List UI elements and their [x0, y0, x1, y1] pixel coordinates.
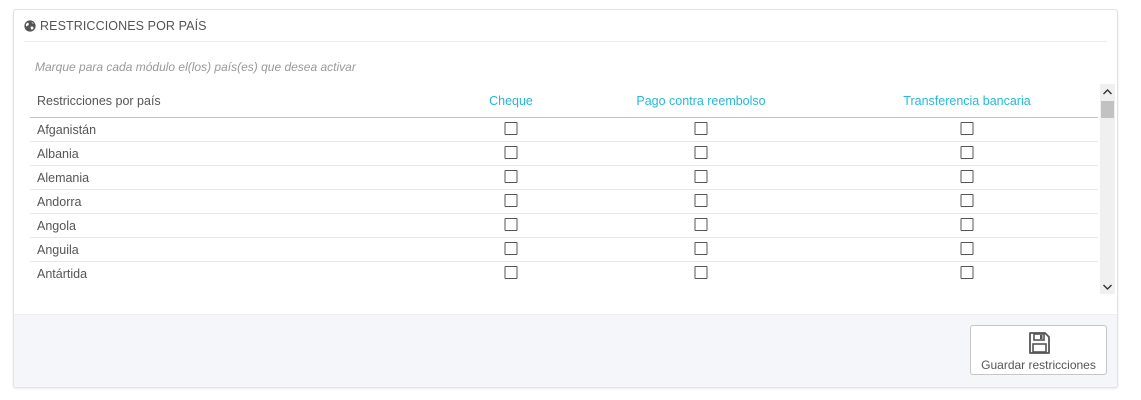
country-name: Antártida [37, 267, 88, 281]
checkbox-cheque[interactable] [504, 170, 518, 183]
checkbox-cod[interactable] [694, 266, 708, 279]
table-row: Albania [30, 142, 1098, 166]
checkbox-cod[interactable] [694, 122, 708, 135]
checkbox-cheque[interactable] [504, 242, 518, 255]
save-restrictions-button[interactable]: Guardar restricciones [970, 325, 1107, 375]
header-cheque[interactable]: Cheque [489, 94, 533, 108]
checkbox-bank-transfer[interactable] [960, 242, 974, 255]
scroll-down-arrow-icon[interactable] [1100, 279, 1115, 294]
table-row: Antártida [30, 262, 1098, 285]
country-restrictions-panel: RESTRICCIONES POR PAÍS Marque para cada … [13, 9, 1118, 388]
checkbox-cod[interactable] [694, 170, 708, 183]
floppy-disk-icon [1028, 332, 1050, 354]
checkbox-cod[interactable] [694, 146, 708, 159]
table-row: Angola [30, 214, 1098, 238]
checkbox-bank-transfer[interactable] [960, 122, 974, 135]
help-text: Marque para cada módulo el(los) país(es)… [35, 60, 356, 74]
country-name: Anguila [37, 243, 79, 257]
checkbox-cheque[interactable] [504, 266, 518, 279]
table-row: Afganistán [30, 118, 1098, 142]
panel-footer: Guardar restricciones [14, 314, 1117, 387]
country-name: Alemania [37, 171, 90, 185]
header-country: Restricciones por país [37, 94, 161, 108]
checkbox-cheque[interactable] [504, 146, 518, 159]
country-name: Albania [37, 147, 79, 161]
checkbox-bank-transfer[interactable] [960, 266, 974, 279]
checkbox-cod[interactable] [694, 218, 708, 231]
save-button-label: Guardar restricciones [981, 358, 1096, 372]
panel-heading: RESTRICCIONES POR PAÍS [24, 10, 1107, 42]
country-name: Angola [37, 219, 76, 233]
checkbox-bank-transfer[interactable] [960, 194, 974, 207]
scroll-up-arrow-icon[interactable] [1100, 84, 1115, 99]
table-row: Alemania [30, 166, 1098, 190]
table-scrollbar[interactable] [1100, 84, 1115, 294]
header-cod[interactable]: Pago contra reembolso [636, 94, 765, 108]
checkbox-cheque[interactable] [504, 218, 518, 231]
checkbox-cod[interactable] [694, 194, 708, 207]
panel-title: RESTRICCIONES POR PAÍS [40, 18, 207, 33]
table-header: Restricciones por país Cheque Pago contr… [30, 84, 1098, 118]
checkbox-bank-transfer[interactable] [960, 170, 974, 183]
table-row: Anguila [30, 238, 1098, 262]
country-name: Afganistán [37, 123, 97, 137]
checkbox-cheque[interactable] [504, 194, 518, 207]
scroll-thumb[interactable] [1101, 101, 1114, 118]
globe-icon [24, 19, 36, 32]
table-body: Afganistán Albania Alemania Andorra Angola An… [30, 118, 1098, 285]
checkbox-bank-transfer[interactable] [960, 218, 974, 231]
restrictions-table: Restricciones por país Cheque Pago contr… [30, 84, 1116, 294]
header-bank-transfer[interactable]: Transferencia bancaria [903, 94, 1030, 108]
checkbox-cheque[interactable] [504, 122, 518, 135]
table-row: Andorra [30, 190, 1098, 214]
country-name: Andorra [37, 195, 82, 209]
checkbox-bank-transfer[interactable] [960, 146, 974, 159]
checkbox-cod[interactable] [694, 242, 708, 255]
